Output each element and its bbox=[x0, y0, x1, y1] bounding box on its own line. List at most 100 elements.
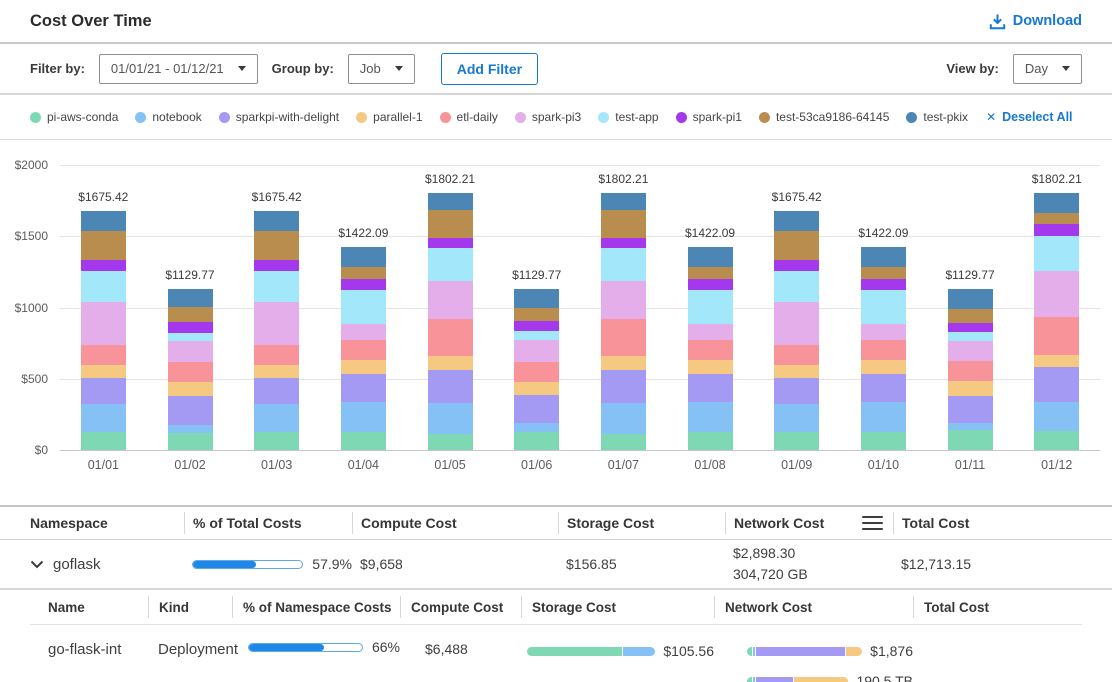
bar-segment-etl-daily[interactable] bbox=[254, 345, 299, 365]
bar-segment-sparkpi-with-delight[interactable] bbox=[428, 370, 473, 403]
bar-segment-spark-pi3[interactable] bbox=[81, 302, 126, 345]
deselect-all-button[interactable]: ✕ Deselect All bbox=[986, 110, 1072, 124]
bar-segment-test-53ca9186-64145[interactable] bbox=[774, 231, 819, 260]
bar-segment-test-app[interactable] bbox=[341, 290, 386, 324]
bar-segment-test-53ca9186-64145[interactable] bbox=[254, 231, 299, 260]
bar-segment-etl-daily[interactable] bbox=[428, 319, 473, 356]
bar-segment-spark-pi3[interactable] bbox=[948, 341, 993, 361]
view-by-select[interactable]: Day bbox=[1013, 54, 1082, 84]
bar-segment-etl-daily[interactable] bbox=[168, 362, 213, 382]
bar-segment-spark-pi1[interactable] bbox=[254, 260, 299, 270]
bar-segment-spark-pi3[interactable] bbox=[428, 281, 473, 319]
bar-segment-test-pkix[interactable] bbox=[341, 247, 386, 267]
bar-segment-spark-pi3[interactable] bbox=[341, 324, 386, 340]
bar-segment-pi-aws-conda[interactable] bbox=[861, 432, 906, 450]
bar-segment-test-pkix[interactable] bbox=[514, 289, 559, 308]
bar-segment-test-pkix[interactable] bbox=[168, 289, 213, 307]
bar-segment-spark-pi3[interactable] bbox=[774, 302, 819, 345]
bar-segment-sparkpi-with-delight[interactable] bbox=[168, 396, 213, 425]
bar-segment-test-pkix[interactable] bbox=[861, 247, 906, 267]
bar-segment-notebook[interactable] bbox=[1034, 402, 1079, 431]
bar-segment-spark-pi3[interactable] bbox=[168, 341, 213, 362]
bar-segment-parallel-1[interactable] bbox=[861, 360, 906, 374]
legend-item-etl-daily[interactable]: etl-daily bbox=[440, 110, 498, 124]
bar-segment-spark-pi1[interactable] bbox=[601, 238, 646, 248]
date-range-select[interactable]: 01/01/21 - 01/12/21 bbox=[99, 54, 258, 84]
bar-segment-parallel-1[interactable] bbox=[254, 365, 299, 379]
bar-segment-test-pkix[interactable] bbox=[428, 193, 473, 210]
bar-segment-notebook[interactable] bbox=[341, 402, 386, 433]
bar-segment-test-53ca9186-64145[interactable] bbox=[341, 267, 386, 279]
legend-item-notebook[interactable]: notebook bbox=[135, 110, 201, 124]
bar-segment-pi-aws-conda[interactable] bbox=[428, 434, 473, 450]
bar-segment-etl-daily[interactable] bbox=[514, 362, 559, 382]
download-button[interactable]: Download bbox=[989, 13, 1082, 30]
bar-segment-parallel-1[interactable] bbox=[601, 356, 646, 370]
bar-segment-test-pkix[interactable] bbox=[774, 211, 819, 231]
bar-segment-spark-pi1[interactable] bbox=[341, 279, 386, 289]
bar-segment-test-53ca9186-64145[interactable] bbox=[514, 308, 559, 320]
bar-segment-test-app[interactable] bbox=[254, 271, 299, 302]
bar-segment-etl-daily[interactable] bbox=[774, 345, 819, 365]
bar-segment-sparkpi-with-delight[interactable] bbox=[861, 374, 906, 402]
bar-segment-pi-aws-conda[interactable] bbox=[1034, 431, 1079, 450]
bar-segment-spark-pi1[interactable] bbox=[514, 321, 559, 331]
bar-segment-test-pkix[interactable] bbox=[1034, 193, 1079, 213]
bar-segment-notebook[interactable] bbox=[688, 402, 733, 433]
bar-segment-parallel-1[interactable] bbox=[81, 365, 126, 379]
bar-segment-test-53ca9186-64145[interactable] bbox=[428, 210, 473, 238]
bar-segment-test-app[interactable] bbox=[428, 248, 473, 281]
bar-segment-notebook[interactable] bbox=[601, 403, 646, 434]
legend-item-pi-aws-conda[interactable]: pi-aws-conda bbox=[30, 110, 118, 124]
bar-segment-parallel-1[interactable] bbox=[1034, 355, 1079, 367]
bar-segment-pi-aws-conda[interactable] bbox=[514, 432, 559, 450]
bar-segment-spark-pi1[interactable] bbox=[948, 323, 993, 333]
bar-segment-test-app[interactable] bbox=[861, 290, 906, 324]
bar-segment-spark-pi1[interactable] bbox=[168, 322, 213, 333]
bar-segment-parallel-1[interactable] bbox=[948, 381, 993, 396]
bar-segment-sparkpi-with-delight[interactable] bbox=[1034, 367, 1079, 402]
bar-segment-spark-pi3[interactable] bbox=[688, 324, 733, 340]
bar-segment-test-app[interactable] bbox=[774, 271, 819, 302]
bar-segment-sparkpi-with-delight[interactable] bbox=[341, 374, 386, 402]
bar-segment-test-53ca9186-64145[interactable] bbox=[168, 307, 213, 322]
bar-segment-etl-daily[interactable] bbox=[861, 340, 906, 359]
bar-segment-etl-daily[interactable] bbox=[688, 340, 733, 359]
bar-segment-pi-aws-conda[interactable] bbox=[254, 432, 299, 450]
legend-item-spark-pi3[interactable]: spark-pi3 bbox=[515, 110, 581, 124]
legend-item-test-53ca9186-64145[interactable]: test-53ca9186-64145 bbox=[759, 110, 889, 124]
bar-segment-sparkpi-with-delight[interactable] bbox=[688, 374, 733, 402]
bar-segment-test-app[interactable] bbox=[688, 290, 733, 324]
bar-segment-notebook[interactable] bbox=[168, 425, 213, 433]
bar-segment-sparkpi-with-delight[interactable] bbox=[254, 378, 299, 404]
bar-segment-test-app[interactable] bbox=[514, 331, 559, 340]
bar-segment-parallel-1[interactable] bbox=[168, 382, 213, 396]
bar-segment-test-app[interactable] bbox=[948, 332, 993, 341]
bar-segment-pi-aws-conda[interactable] bbox=[168, 433, 213, 450]
bar-segment-spark-pi3[interactable] bbox=[1034, 271, 1079, 317]
bar-segment-pi-aws-conda[interactable] bbox=[81, 432, 126, 450]
legend-item-sparkpi-with-delight[interactable]: sparkpi-with-delight bbox=[219, 110, 339, 124]
bar-segment-spark-pi1[interactable] bbox=[861, 279, 906, 289]
bar-segment-parallel-1[interactable] bbox=[514, 382, 559, 396]
bar-segment-parallel-1[interactable] bbox=[341, 360, 386, 374]
bar-segment-notebook[interactable] bbox=[514, 423, 559, 432]
bar-segment-pi-aws-conda[interactable] bbox=[341, 432, 386, 450]
legend-item-test-app[interactable]: test-app bbox=[598, 110, 658, 124]
bar-segment-spark-pi3[interactable] bbox=[861, 324, 906, 340]
bar-segment-test-app[interactable] bbox=[168, 333, 213, 341]
bar-segment-spark-pi1[interactable] bbox=[81, 260, 126, 270]
bar-segment-spark-pi1[interactable] bbox=[1034, 224, 1079, 236]
bar-segment-etl-daily[interactable] bbox=[1034, 317, 1079, 355]
bar-segment-test-app[interactable] bbox=[81, 271, 126, 302]
legend-item-test-pkix[interactable]: test-pkix bbox=[906, 110, 968, 124]
bar-segment-sparkpi-with-delight[interactable] bbox=[774, 378, 819, 404]
bar-segment-notebook[interactable] bbox=[861, 402, 906, 433]
bar-segment-etl-daily[interactable] bbox=[81, 345, 126, 365]
bar-segment-sparkpi-with-delight[interactable] bbox=[948, 396, 993, 423]
group-by-select[interactable]: Job bbox=[348, 54, 415, 84]
bar-segment-notebook[interactable] bbox=[428, 403, 473, 434]
bar-segment-etl-daily[interactable] bbox=[601, 319, 646, 356]
bar-segment-etl-daily[interactable] bbox=[948, 361, 993, 381]
legend-item-spark-pi1[interactable]: spark-pi1 bbox=[676, 110, 742, 124]
